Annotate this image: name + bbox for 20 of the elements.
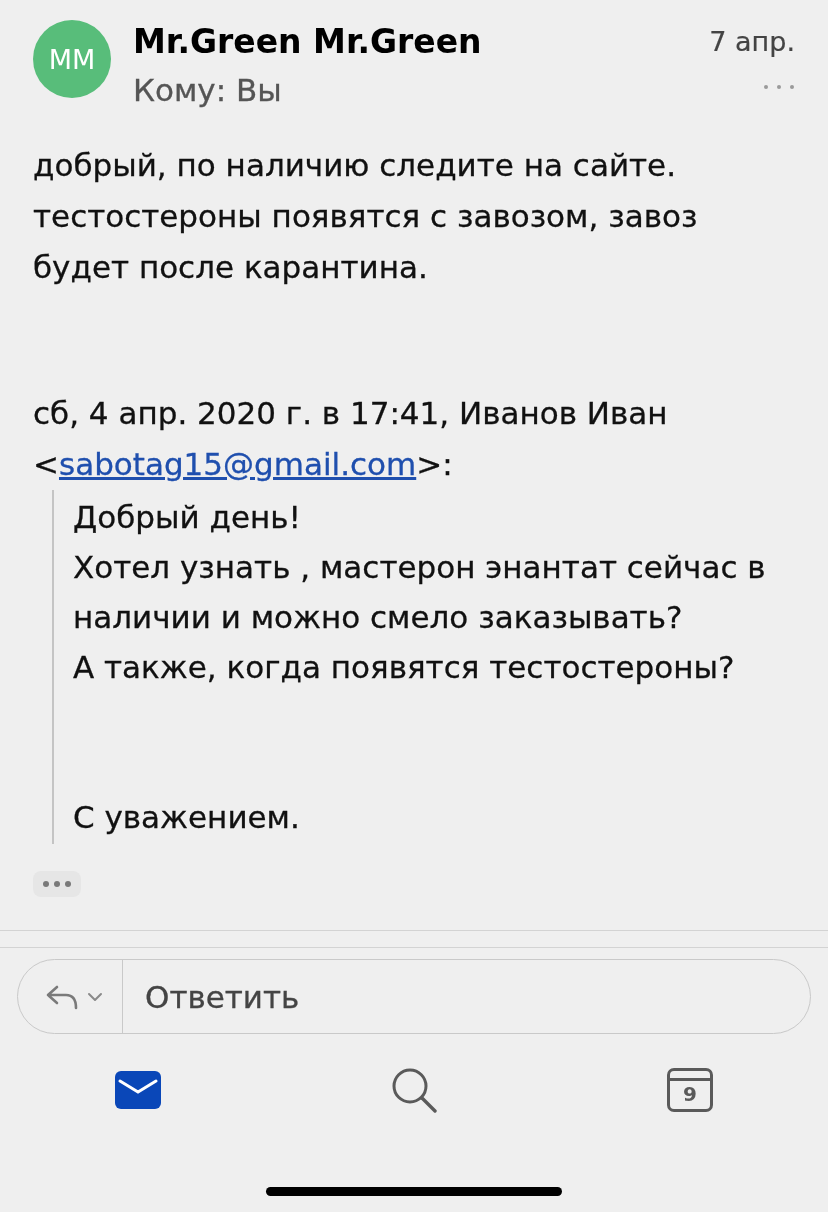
message-date: 7 апр.	[709, 25, 795, 59]
quote-attribution: сб, 4 апр. 2020 г. в 17:41, Иванов Иван <sabotag15@gmail.com>:	[33, 394, 668, 484]
sender-name: Mr.Green Mr.Green	[133, 21, 483, 63]
reply-button[interactable]: Ответить	[123, 960, 810, 1033]
message-text: добрый, по наличию следите на сайте. тестостероны появятся с завозом, завоз будет после карантина.	[33, 146, 698, 287]
more-options-icon[interactable]	[763, 84, 795, 90]
quoted-text: С уважением.	[73, 798, 300, 837]
email-link[interactable]: sabotag15@gmail.com	[59, 446, 417, 482]
mail-tab[interactable]	[115, 1071, 161, 1109]
ellipsis-icon	[43, 881, 71, 887]
calendar-tab[interactable]: 9	[667, 1068, 713, 1112]
show-quoted-button[interactable]	[33, 871, 81, 897]
search-tab[interactable]	[391, 1067, 437, 1113]
chevron-down-icon	[87, 991, 103, 1002]
reply-icon	[45, 983, 79, 1010]
envelope-icon	[115, 1071, 161, 1109]
quoted-text: Добрый день! Хотел узнать , мастерон энантат сейчас в наличии и можно смело заказывать? А также, когда появятся тестостероны?	[73, 498, 766, 687]
recipient-text: Кому: Вы	[133, 71, 283, 110]
search-icon	[391, 1067, 437, 1113]
avatar: MM	[33, 20, 111, 98]
